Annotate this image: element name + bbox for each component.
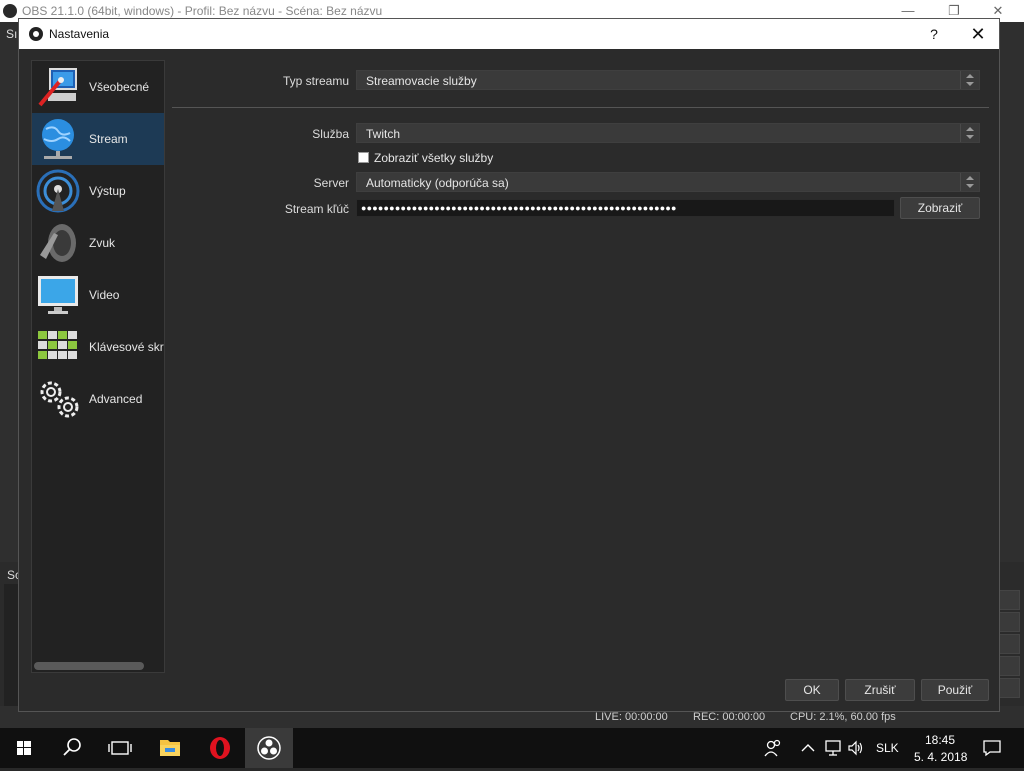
separator [172, 107, 989, 108]
windows-taskbar: SLK 18:45 5. 4. 2018 [0, 728, 1024, 768]
search-button[interactable] [48, 728, 96, 768]
stream-key-label: Stream kľúč [284, 202, 349, 216]
control-button[interactable] [998, 678, 1020, 698]
updown-arrows-icon [960, 124, 979, 142]
cancel-button[interactable]: Zrušiť [845, 679, 915, 701]
dialog-titlebar: Nastavenia ? ✕ [19, 19, 999, 49]
stream-key-value: ●●●●●●●●●●●●●●●●●●●●●●●●●●●●●●●●●●●●●●●●… [361, 203, 677, 213]
live-time: LIVE: 00:00:00 [595, 711, 668, 723]
audio-speaker-icon [40, 224, 76, 262]
sidebar-item-label: Zvuk [89, 236, 116, 250]
task-view-icon [108, 741, 132, 755]
show-key-button[interactable]: Zobraziť [900, 197, 980, 219]
video-monitor-icon [38, 276, 78, 314]
stream-globe-icon [42, 119, 74, 159]
clock-time[interactable]: 18:45 [925, 733, 955, 747]
stream-type-value: Streamovacie služby [366, 74, 477, 88]
settings-dialog: Nastavenia ? ✕ Všeobecné Stream Výstup Z… [18, 18, 1000, 712]
opera-logo-icon [210, 737, 230, 759]
dialog-title: Nastavenia [49, 27, 110, 41]
sidebar-item-label: Video [89, 288, 120, 302]
dialog-close-button[interactable]: ✕ [965, 23, 991, 45]
notification-center-icon[interactable] [982, 739, 1002, 757]
obs-logo-icon [29, 27, 43, 41]
ok-button[interactable]: OK [785, 679, 839, 701]
people-icon[interactable] [763, 738, 783, 758]
network-icon[interactable] [824, 739, 842, 757]
sidebar-item-advanced[interactable]: Advanced [32, 373, 164, 425]
obs-window-title: OBS 21.1.0 (64bit, windows) - Profil: Be… [22, 4, 383, 18]
server-select[interactable]: Automaticky (odporúča sa) [356, 172, 980, 192]
sidebar-item-label: Advanced [89, 392, 143, 406]
start-button[interactable] [0, 728, 48, 768]
advanced-gears-icon [40, 381, 79, 418]
show-all-services-label: Zobraziť všetky služby [374, 151, 494, 165]
show-all-services-checkbox[interactable] [358, 152, 369, 163]
sidebar-item-general[interactable]: Všeobecné [32, 61, 164, 113]
control-button[interactable] [998, 612, 1020, 632]
stream-settings-panel: Typ streamu Streamovacie služby Služba T… [169, 60, 999, 680]
sidebar-item-output[interactable]: Výstup [32, 165, 164, 217]
clock-date[interactable]: 5. 4. 2018 [914, 750, 967, 764]
windows-logo-icon [17, 741, 31, 755]
obs-preview-label: Sı [6, 27, 18, 41]
obs-taskbar-button[interactable] [245, 728, 293, 768]
control-button[interactable] [998, 634, 1020, 654]
general-settings-icon [38, 68, 77, 107]
help-button[interactable]: ? [922, 24, 946, 44]
updown-arrows-icon [960, 71, 979, 89]
obs-logo-icon [3, 4, 17, 18]
sidebar-item-hotkeys[interactable]: Klávesové skratky [32, 321, 164, 373]
obs-logo-icon [257, 736, 281, 760]
service-select[interactable]: Twitch [356, 123, 980, 143]
sidebar-item-stream[interactable]: Stream [32, 113, 164, 165]
opera-button[interactable] [196, 728, 244, 768]
control-button[interactable] [998, 590, 1020, 610]
hotkeys-keyboard-icon [38, 331, 77, 359]
updown-arrows-icon [960, 173, 979, 191]
sidebar-item-label: Výstup [89, 184, 126, 198]
stream-key-input[interactable]: ●●●●●●●●●●●●●●●●●●●●●●●●●●●●●●●●●●●●●●●●… [356, 199, 895, 217]
chevron-up-icon[interactable] [800, 741, 816, 755]
file-explorer-button[interactable] [146, 728, 194, 768]
sidebar-item-label: Stream [89, 132, 128, 146]
apply-button[interactable]: Použiť [921, 679, 989, 701]
sidebar-item-audio[interactable]: Zvuk [32, 217, 164, 269]
service-value: Twitch [366, 127, 401, 141]
sidebar-item-label: Klávesové skratky [89, 340, 164, 354]
output-broadcast-icon [36, 169, 80, 213]
settings-sidebar: Všeobecné Stream Výstup Zvuk Video Kláve… [31, 60, 165, 673]
folder-icon [160, 740, 180, 756]
stream-type-select[interactable]: Streamovacie služby [356, 70, 980, 90]
cpu-usage: CPU: 2.1%, 60.00 fps [790, 711, 896, 723]
volume-icon[interactable] [847, 739, 865, 757]
sidebar-item-video[interactable]: Video [32, 269, 164, 321]
control-button[interactable] [998, 656, 1020, 676]
server-value: Automaticky (odporúča sa) [366, 176, 509, 190]
task-view-button[interactable] [96, 728, 144, 768]
stream-type-label: Typ streamu [282, 74, 349, 88]
server-label: Server [313, 176, 349, 190]
service-label: Služba [312, 127, 349, 141]
rec-time: REC: 00:00:00 [693, 711, 766, 723]
language-indicator[interactable]: SLK [876, 741, 899, 755]
search-icon [63, 738, 81, 756]
sidebar-scrollbar[interactable] [34, 662, 144, 670]
sidebar-item-label: Všeobecné [89, 80, 150, 94]
